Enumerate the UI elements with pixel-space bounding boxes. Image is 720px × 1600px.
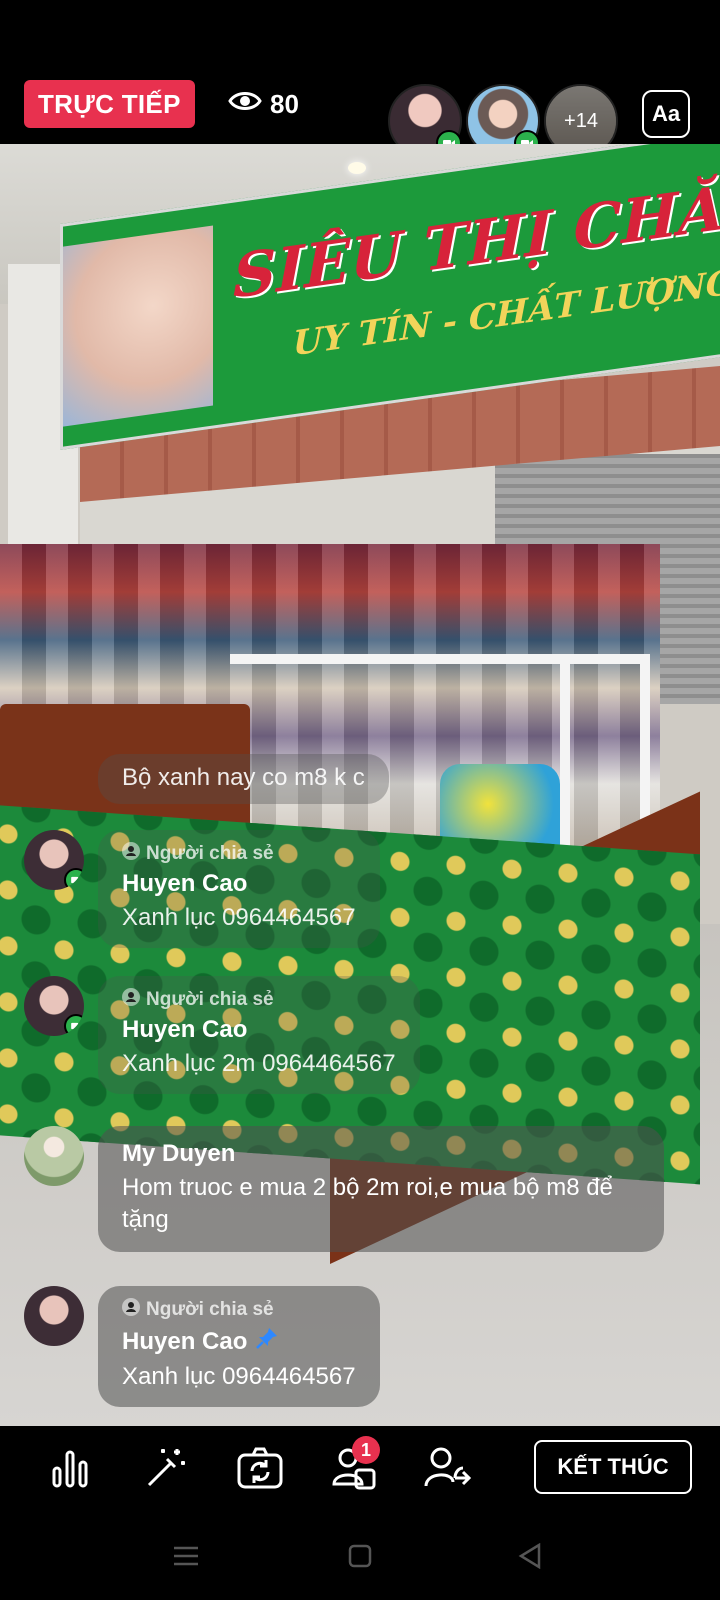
- shelf-rack: [230, 654, 650, 664]
- ceiling-lamp: [348, 162, 366, 174]
- comment[interactable]: Người chia sẻ Huyen Cao Xanh lục 0964464…: [24, 830, 380, 948]
- comment-text: Xanh lục 0964464567: [122, 1363, 356, 1390]
- comment-text: Bộ xanh nay co m8 k c: [122, 764, 365, 791]
- effects-wand-icon: [143, 1445, 189, 1496]
- comment-text: Hom truoc e mua 2 bộ 2m roi,e mua bộ m8 …: [122, 1174, 613, 1233]
- commenter-name: Huyen Cao: [122, 1326, 356, 1357]
- eye-icon: [228, 89, 262, 120]
- comment[interactable]: Người chia sẻ Huyen Cao Xanh lục 0964464…: [24, 1286, 380, 1407]
- person-icon: [122, 842, 140, 866]
- avatar[interactable]: [24, 830, 84, 890]
- back-icon: [517, 1542, 543, 1574]
- back-button[interactable]: [512, 1540, 548, 1576]
- share-person-icon: [423, 1444, 473, 1497]
- person-icon: [122, 1298, 140, 1322]
- commenter-name: Huyen Cao: [122, 1016, 248, 1043]
- switch-camera-icon: [236, 1446, 284, 1495]
- recent-apps-button[interactable]: [168, 1540, 204, 1576]
- viewer-count-value: 80: [270, 88, 299, 119]
- sharer-label: Người chia sẻ: [122, 842, 356, 866]
- system-navigation-bar: [0, 1514, 720, 1600]
- commenter-name: My Duyen: [122, 1140, 236, 1167]
- end-live-button[interactable]: KẾT THÚC: [534, 1440, 692, 1494]
- comment[interactable]: My Duyen Hom truoc e mua 2 bộ 2m roi,e m…: [24, 1126, 664, 1252]
- person-icon: [122, 988, 140, 1012]
- sharer-label: Người chia sẻ: [122, 1298, 356, 1322]
- guests-button[interactable]: 1: [326, 1436, 382, 1498]
- comment[interactable]: Người chia sẻ Huyen Cao Xanh lục 2m 0964…: [24, 976, 420, 1094]
- menu-icon: [173, 1545, 199, 1572]
- live-header: TRỰC TIẾP 80 +14 Aa: [0, 0, 720, 158]
- home-icon: [348, 1544, 372, 1573]
- avatar[interactable]: [24, 976, 84, 1036]
- live-badge: TRỰC TIẾP: [24, 80, 195, 128]
- rack-leg: [560, 654, 570, 874]
- invite-share-button[interactable]: [420, 1442, 476, 1498]
- poll-button[interactable]: [42, 1442, 98, 1498]
- sharer-label: Người chia sẻ: [122, 988, 396, 1012]
- viewer-count[interactable]: 80: [228, 86, 299, 122]
- camera-icon: [64, 1014, 84, 1036]
- guests-notification-badge: 1: [352, 1436, 380, 1464]
- poll-icon: [48, 1446, 92, 1495]
- text-style-button[interactable]: Aa: [642, 90, 690, 138]
- comment-text: Xanh lục 0964464567: [122, 904, 356, 931]
- avatar[interactable]: [24, 1126, 84, 1186]
- commenter-name: Huyen Cao: [122, 870, 248, 897]
- pin-icon: [255, 1326, 279, 1357]
- avatar[interactable]: [24, 1286, 84, 1346]
- banner-baby-photo: [63, 225, 213, 427]
- live-controls-toolbar: 1 KẾT THÚC: [0, 1426, 720, 1514]
- camera-icon: [64, 868, 84, 890]
- comment[interactable]: Bộ xanh nay co m8 k c: [24, 754, 389, 804]
- switch-camera-button[interactable]: [232, 1442, 288, 1498]
- comment-text: Xanh lục 2m 0964464567: [122, 1050, 396, 1077]
- effects-button[interactable]: [138, 1442, 194, 1498]
- home-button[interactable]: [342, 1540, 378, 1576]
